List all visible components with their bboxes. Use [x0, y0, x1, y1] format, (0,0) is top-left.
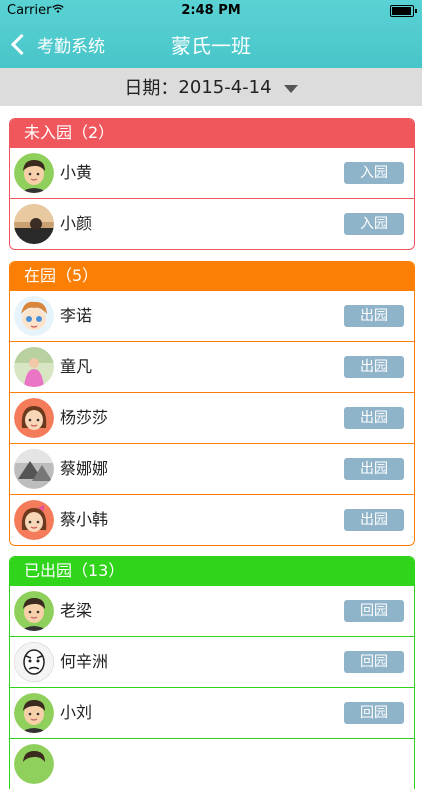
list-item: 老梁 回园 — [10, 585, 414, 636]
section-title: 未入园（2） — [10, 119, 414, 147]
check-out-button[interactable]: 出园 — [344, 407, 404, 429]
check-out-button[interactable]: 出园 — [344, 458, 404, 480]
student-name: 杨莎莎 — [60, 408, 109, 427]
check-out-button[interactable]: 出园 — [344, 509, 404, 531]
list-item: 小颜 入园 — [10, 198, 414, 249]
return-button[interactable]: 回园 — [344, 651, 404, 673]
section-title: 已出园（13） — [10, 557, 414, 585]
date-value: 2015-4-14 — [178, 76, 272, 98]
photo-avatar — [14, 347, 54, 387]
photo-avatar — [14, 204, 54, 244]
boy-avatar — [14, 591, 54, 631]
boy-avatar — [14, 153, 54, 193]
list-item: 小刘 回园 — [10, 687, 414, 738]
check-out-button[interactable]: 出园 — [344, 305, 404, 327]
date-label: 日期： — [124, 78, 179, 99]
status-time: 2:48 PM — [181, 3, 241, 18]
list-item: 何辛洲 回园 — [10, 636, 414, 687]
status-bar: Carrier 2:48 PM — [0, 0, 422, 22]
section-not-arrived: 未入园（2） 小黄 入园 小颜 入园 — [9, 118, 415, 250]
list-item: 蔡娜娜 出园 — [10, 443, 414, 494]
girl-avatar — [14, 500, 54, 540]
student-name: 童凡 — [60, 357, 93, 376]
list-item: 杨莎莎 出园 — [10, 392, 414, 443]
section-title: 在园（5） — [10, 262, 414, 290]
boy-avatar — [14, 693, 54, 733]
list-item: 蔡小韩 出园 — [10, 494, 414, 545]
girl-avatar — [14, 398, 54, 438]
list-item: 李诺 出园 — [10, 290, 414, 341]
list-item: 童凡 出园 — [10, 341, 414, 392]
battery-icon — [390, 5, 417, 17]
list-item: 小黄 入园 — [10, 147, 414, 198]
photo-avatar — [14, 449, 54, 489]
student-name: 小刘 — [60, 703, 93, 722]
student-name: 蔡小韩 — [60, 510, 109, 529]
student-name: 何辛洲 — [60, 652, 109, 671]
return-button[interactable]: 回园 — [344, 600, 404, 622]
meme-avatar — [14, 642, 54, 682]
page-title: 蒙氏一班 — [171, 34, 251, 58]
list-item-partial — [10, 738, 414, 789]
student-name: 李诺 — [60, 306, 93, 325]
check-out-button[interactable]: 出园 — [344, 356, 404, 378]
student-name: 小颜 — [60, 214, 93, 233]
check-in-button[interactable]: 入园 — [344, 213, 404, 235]
boy-avatar — [14, 744, 54, 784]
cartoon-avatar — [14, 296, 54, 336]
date-selector[interactable]: 日期： 2015-4-14 — [0, 68, 422, 106]
check-in-button[interactable]: 入园 — [344, 162, 404, 184]
section-left-kindergarten: 已出园（13） 老梁 回园 何辛洲 回园 小刘 回园 — [9, 556, 415, 789]
nav-header: Carrier 2:48 PM 考勤系统 蒙氏一班 — [0, 0, 422, 68]
caret-down-icon — [283, 85, 298, 93]
student-name: 老梁 — [60, 601, 93, 620]
section-in-kindergarten: 在园（5） 李诺 出园 童凡 出园 杨莎莎 出园 蔡娜娜 出园 蔡小韩 出园 — [9, 261, 415, 546]
return-button[interactable]: 回园 — [344, 702, 404, 724]
student-name: 蔡娜娜 — [60, 459, 109, 478]
student-name: 小黄 — [60, 163, 93, 182]
